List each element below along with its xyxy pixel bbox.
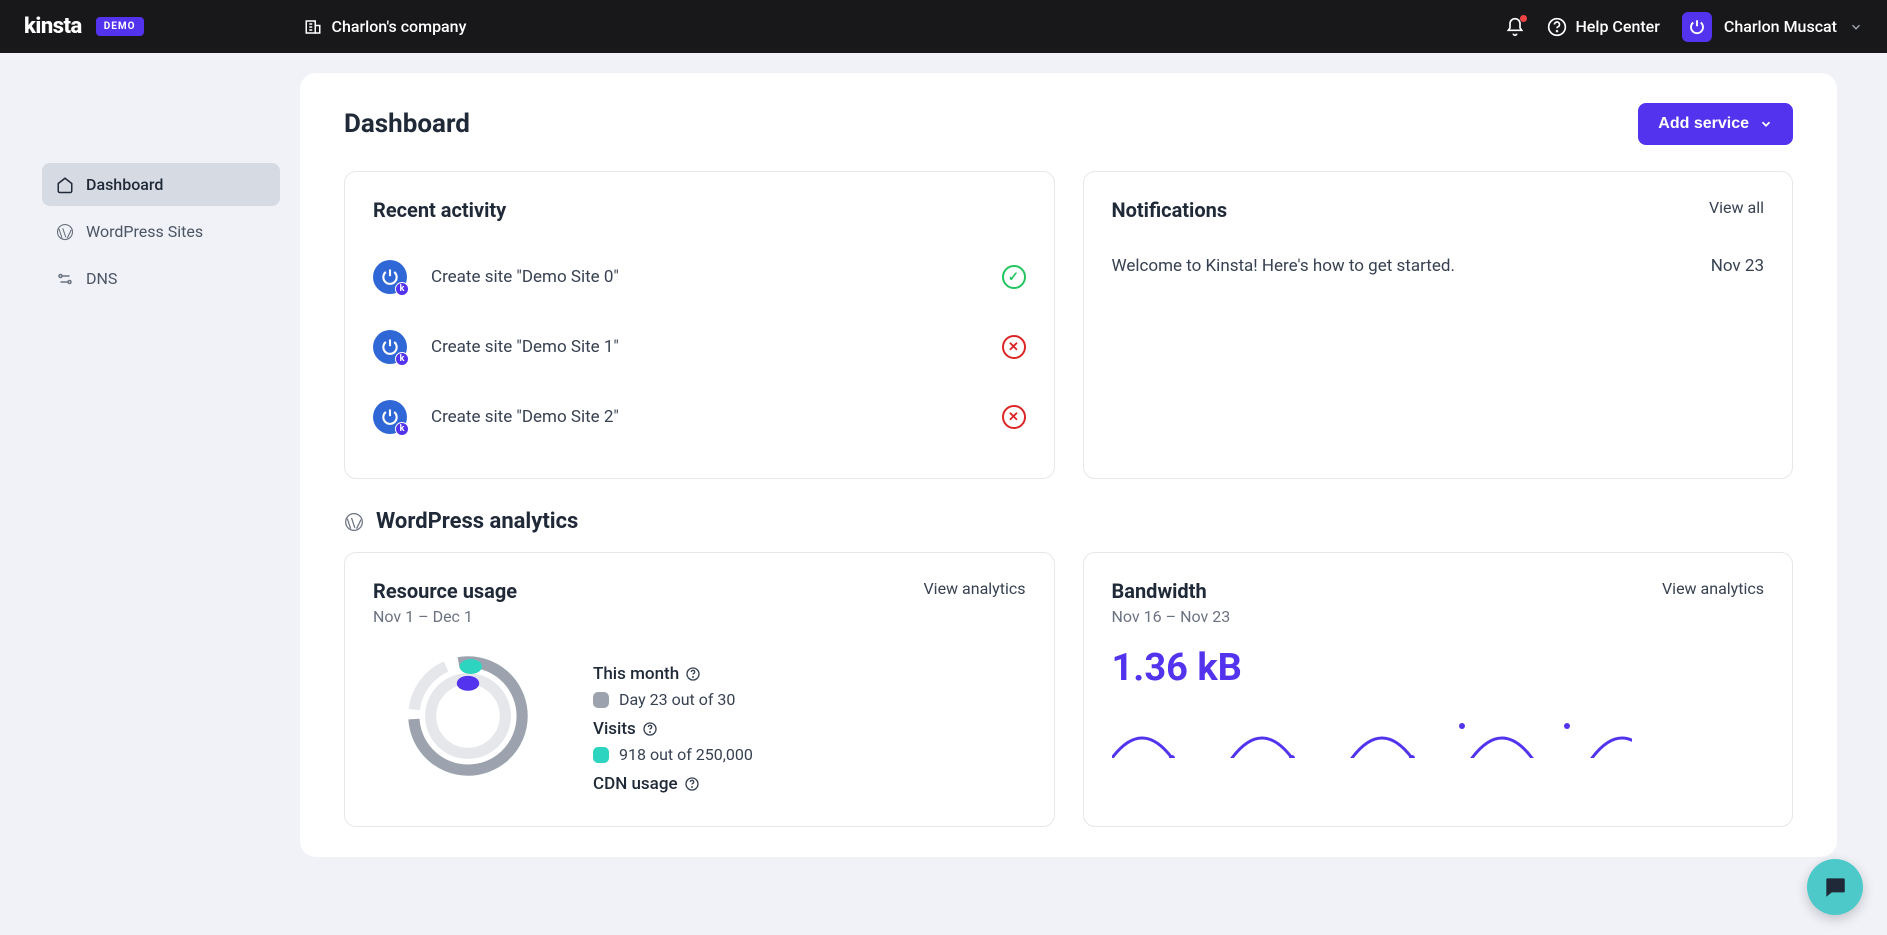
notifications-panel: Notifications View all Welcome to Kinsta… (1083, 171, 1794, 479)
swatch-teal (593, 747, 609, 763)
resource-usage-chart (373, 646, 563, 786)
sidebar-item-label: Dashboard (86, 175, 163, 194)
swatch-gray (593, 692, 609, 708)
page-title: Dashboard (344, 109, 470, 139)
help-icon[interactable] (684, 776, 700, 792)
activity-row[interactable]: k Create site "Demo Site 0" ✓ (373, 242, 1026, 312)
recent-activity-panel: Recent activity k Create site "Demo Site … (344, 171, 1055, 479)
chat-widget[interactable] (1807, 859, 1863, 915)
notification-row[interactable]: Welcome to Kinsta! Here's how to get sta… (1112, 242, 1765, 290)
this-month-label: This month (593, 664, 679, 684)
resource-usage-panel: Resource usage Nov 1 – Dec 1 View analyt… (344, 552, 1055, 827)
panel-title: Resource usage (373, 579, 517, 603)
activity-text: Create site "Demo Site 0" (431, 267, 986, 287)
legend-row: Day 23 out of 30 (593, 690, 753, 709)
panel-title: Bandwidth (1112, 579, 1231, 603)
notifications-bell[interactable] (1505, 17, 1525, 37)
wordpress-icon (56, 223, 74, 241)
home-icon (56, 176, 74, 194)
help-icon (1547, 17, 1567, 37)
view-all-link[interactable]: View all (1709, 198, 1764, 217)
company-icon (304, 18, 322, 36)
main: Dashboard Add service Recent activity k C… (300, 53, 1887, 935)
notification-date: Nov 23 (1711, 256, 1764, 276)
status-success-icon: ✓ (1002, 265, 1026, 289)
brand-logo[interactable]: kinsta (24, 14, 82, 39)
sidebar-item-dashboard[interactable]: Dashboard (42, 163, 280, 206)
sidebar: Dashboard WordPress Sites DNS (0, 53, 300, 935)
chevron-down-icon (1849, 20, 1863, 34)
notification-dot (1520, 15, 1527, 22)
status-fail-icon: ✕ (1002, 335, 1026, 359)
legend-row: 918 out of 250,000 (593, 745, 753, 764)
activity-site-icon: k (373, 260, 407, 294)
date-range: Nov 16 – Nov 23 (1112, 607, 1231, 626)
user-menu[interactable]: Charlon Muscat (1682, 12, 1863, 42)
company-selector[interactable]: Charlon's company (304, 17, 467, 36)
add-service-label: Add service (1658, 115, 1749, 133)
activity-text: Create site "Demo Site 1" (431, 337, 986, 357)
avatar (1682, 12, 1712, 42)
date-range: Nov 1 – Dec 1 (373, 607, 517, 626)
topbar: kinsta DEMO Charlon's company Help Cente… (0, 0, 1887, 53)
demo-badge: DEMO (96, 17, 144, 36)
help-center-link[interactable]: Help Center (1547, 17, 1659, 37)
company-name: Charlon's company (332, 17, 467, 36)
section-title: WordPress analytics (376, 509, 578, 534)
power-icon (1688, 18, 1706, 36)
sidebar-item-label: DNS (86, 269, 117, 288)
sidebar-item-dns[interactable]: DNS (42, 257, 280, 300)
wordpress-icon (344, 512, 364, 532)
cdn-label: CDN usage (593, 774, 678, 794)
user-name: Charlon Muscat (1724, 17, 1837, 36)
sidebar-item-wordpress-sites[interactable]: WordPress Sites (42, 210, 280, 253)
bandwidth-panel: Bandwidth Nov 16 – Nov 23 View analytics… (1083, 552, 1794, 827)
this-month-value: Day 23 out of 30 (619, 690, 735, 709)
resource-legend: This month Day 23 out of 30 Visits (593, 654, 753, 800)
bandwidth-chart (1112, 708, 1765, 758)
visits-value: 918 out of 250,000 (619, 745, 753, 764)
panel-title: Recent activity (373, 198, 506, 222)
notification-text: Welcome to Kinsta! Here's how to get sta… (1112, 256, 1455, 276)
activity-site-icon: k (373, 400, 407, 434)
status-fail-icon: ✕ (1002, 405, 1026, 429)
view-analytics-link[interactable]: View analytics (923, 579, 1025, 598)
panel-title: Notifications (1112, 198, 1228, 222)
activity-row[interactable]: k Create site "Demo Site 1" ✕ (373, 312, 1026, 382)
chat-icon (1822, 874, 1848, 900)
visits-label: Visits (593, 719, 636, 739)
bandwidth-value: 1.36 kB (1112, 646, 1765, 690)
view-analytics-link[interactable]: View analytics (1662, 579, 1764, 598)
help-icon[interactable] (642, 721, 658, 737)
dns-icon (56, 270, 74, 288)
activity-row[interactable]: k Create site "Demo Site 2" ✕ (373, 382, 1026, 452)
activity-site-icon: k (373, 330, 407, 364)
help-center-label: Help Center (1575, 17, 1659, 36)
add-service-button[interactable]: Add service (1638, 103, 1793, 145)
analytics-section-head: WordPress analytics (344, 509, 1793, 534)
help-icon[interactable] (685, 666, 701, 682)
activity-text: Create site "Demo Site 2" (431, 407, 986, 427)
chevron-down-icon (1759, 117, 1773, 131)
sidebar-item-label: WordPress Sites (86, 222, 203, 241)
